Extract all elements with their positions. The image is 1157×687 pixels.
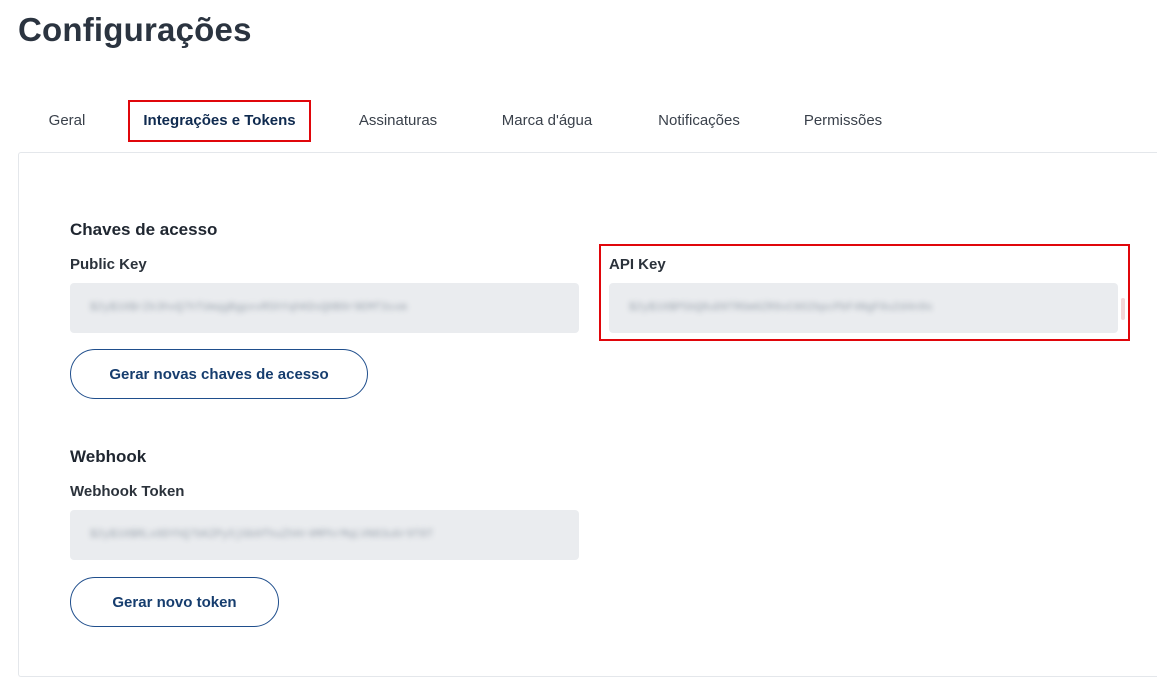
webhook-token-value: $2y$10$RLx0DYhQ7bKZPy5jGb0fhuZhHr4MPhrMq…: [90, 529, 434, 541]
page-title: Configurações: [18, 11, 252, 48]
public-key-value: $2y$10$rZk3hvQ7hTUmqgBgpxvR5hYqhKDsQ0B9r…: [90, 302, 407, 314]
tab-marca-dagua[interactable]: Marca d'água: [499, 100, 595, 142]
tab-geral[interactable]: Geral: [48, 100, 86, 142]
tab-notificacoes[interactable]: Notificações: [655, 100, 743, 142]
public-key-label: Public Key: [70, 256, 147, 273]
api-key-field[interactable]: $2y$10$P5bQ8uD9TRGm0ZR9xC0O2bpcPbF4NgF0u…: [609, 283, 1118, 333]
generate-access-keys-button[interactable]: Gerar novas chaves de acesso: [70, 349, 368, 399]
api-key-scroll-indicator: [1121, 298, 1125, 320]
settings-tabs: Geral Integrações e Tokens Assinaturas M…: [18, 100, 1157, 142]
api-key-label: API Key: [609, 256, 666, 273]
tab-assinaturas[interactable]: Assinaturas: [357, 100, 439, 142]
webhook-title: Webhook: [70, 447, 147, 466]
webhook-token-field[interactable]: $2y$10$RLx0DYhQ7bKZPy5jGb0fhuZhHr4MPhrMq…: [70, 510, 579, 560]
tab-permissoes[interactable]: Permissões: [802, 100, 884, 142]
public-key-field[interactable]: $2y$10$rZk3hvQ7hTUmqgBgpxvR5hYqhKDsQ0B9r…: [70, 283, 579, 333]
webhook-token-label: Webhook Token: [70, 483, 185, 500]
tab-integracoes-e-tokens[interactable]: Integrações e Tokens: [128, 100, 311, 142]
access-keys-title: Chaves de acesso: [70, 220, 218, 239]
integrations-panel: Chaves de acesso Public Key $2y$10$rZk3h…: [18, 152, 1157, 677]
generate-token-button[interactable]: Gerar novo token: [70, 577, 279, 627]
api-key-value: $2y$10$P5bQ8uD9TRGm0ZR9xC0O2bpcPbF4NgF0u…: [629, 302, 933, 314]
